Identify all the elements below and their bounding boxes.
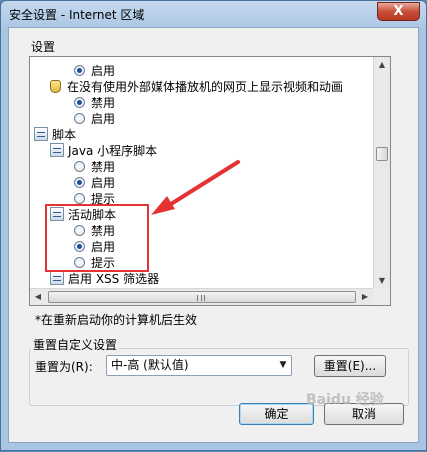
- ok-button[interactable]: 确定: [239, 403, 314, 425]
- security-level-select[interactable]: 中-高 (默认值) ▼: [106, 355, 292, 376]
- reset-group-title: 重置自定义设置: [31, 336, 120, 353]
- baidu-watermark: Baidu 经验: [306, 392, 384, 408]
- restart-note: *在重新启动你的计算机后生效: [35, 313, 198, 327]
- chevron-down-icon[interactable]: ▼: [275, 356, 291, 375]
- reset-button[interactable]: 重置(E)...: [314, 355, 386, 377]
- security-level-value: 中-高 (默认值): [111, 358, 189, 372]
- security-settings-window: 安全设置 - Internet 区域 X 设置 启用 在没有使用外部媒体播放机的网…: [0, 0, 427, 451]
- reset-to-label: 重置为(R):: [35, 360, 93, 374]
